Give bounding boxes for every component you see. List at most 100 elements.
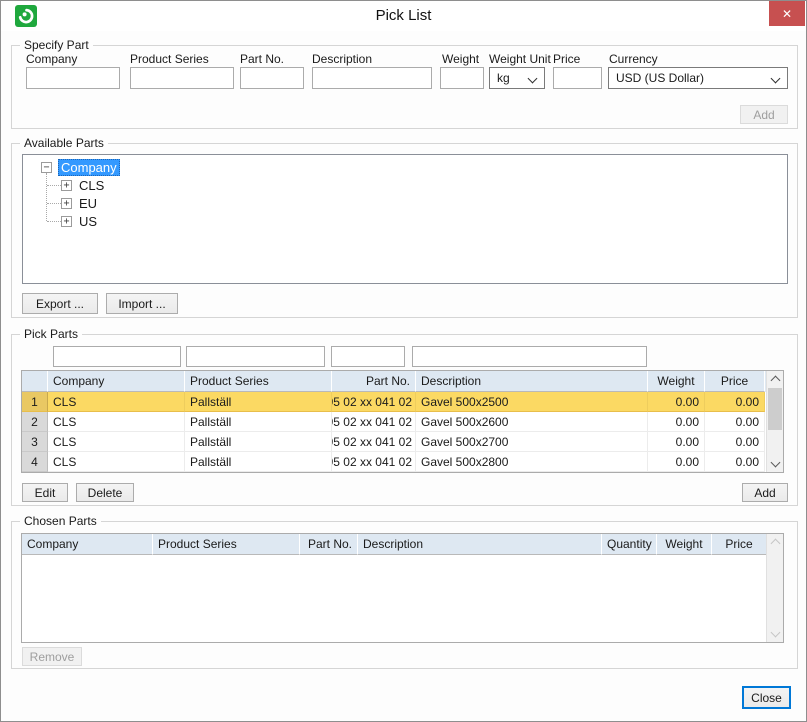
scroll-down-icon[interactable]	[767, 626, 783, 642]
part-no-field[interactable]	[240, 67, 304, 89]
part-no-label: Part No.	[240, 52, 284, 66]
tree-collapse-icon[interactable]: −	[41, 162, 52, 173]
tree-expand-icon[interactable]: +	[61, 198, 72, 209]
price-field[interactable]	[553, 67, 602, 89]
pick-parts-group: Pick Parts CompanyProduct SeriesPart No.…	[11, 334, 798, 506]
available-parts-group-label: Available Parts	[20, 136, 108, 150]
tree-node-company[interactable]: − Company	[41, 158, 120, 176]
pick-list-dialog: Pick List ✕ Specify Part Company Product…	[0, 0, 807, 722]
pick-add-button[interactable]: Add	[742, 483, 788, 502]
product-series-label: Product Series	[130, 52, 209, 66]
tree-node-label[interactable]: US	[79, 214, 97, 229]
pick-parts-table: CompanyProduct SeriesPart No.Description…	[21, 370, 784, 473]
cell-price: 0.00	[705, 452, 765, 472]
column-header[interactable]: Company	[48, 371, 185, 392]
column-header[interactable]	[22, 371, 48, 392]
column-header[interactable]: Description	[416, 371, 648, 392]
scroll-down-icon[interactable]	[767, 456, 783, 472]
chosen-parts-table: CompanyProduct SeriesPart No.Description…	[21, 533, 784, 643]
titlebar-close-icon[interactable]: ✕	[769, 1, 805, 26]
weight-unit-value: kg	[497, 71, 510, 85]
tree-expand-icon[interactable]: +	[61, 216, 72, 227]
cell-company: CLS	[48, 392, 185, 412]
column-header[interactable]: Product Series	[153, 534, 300, 555]
company-field[interactable]	[26, 67, 120, 89]
tree-expand-icon[interactable]: +	[61, 180, 72, 191]
currency-select[interactable]: USD (US Dollar)	[608, 67, 788, 89]
specify-add-button[interactable]: Add	[740, 105, 788, 124]
column-header[interactable]: Quantity	[602, 534, 657, 555]
column-header[interactable]: Weight	[648, 371, 705, 392]
product-series-field[interactable]	[130, 67, 234, 89]
company-label: Company	[26, 52, 77, 66]
column-header[interactable]: Description	[358, 534, 602, 555]
available-parts-group: Available Parts − Company +CLS+EU+US Exp…	[11, 143, 798, 318]
table-row[interactable]: 3CLSPallställ95 02 xx 041 02Gavel 500x27…	[22, 432, 766, 452]
filter-product-series-input[interactable]	[186, 346, 325, 367]
cell-num: 2	[22, 412, 48, 432]
cell-part_no: 95 02 xx 041 02	[332, 452, 416, 472]
column-header[interactable]: Company	[22, 534, 153, 555]
tree-node-us[interactable]: + US	[61, 212, 97, 230]
cell-product_series: Pallställ	[185, 452, 332, 472]
cell-price: 0.00	[705, 412, 765, 432]
scroll-up-icon[interactable]	[767, 534, 783, 550]
tree-node-eu[interactable]: + EU	[61, 194, 97, 212]
specify-part-group: Specify Part Company Product Series Part…	[11, 45, 798, 129]
cell-price: 0.00	[705, 432, 765, 452]
pick-parts-group-label: Pick Parts	[20, 327, 82, 341]
tree-node-label[interactable]: CLS	[79, 178, 104, 193]
currency-label: Currency	[609, 52, 658, 66]
remove-button[interactable]: Remove	[22, 647, 82, 666]
import-button[interactable]: Import ...	[106, 293, 178, 314]
table-row[interactable]: 2CLSPallställ95 02 xx 041 02Gavel 500x26…	[22, 412, 766, 432]
column-header[interactable]: Price	[712, 534, 766, 555]
price-label: Price	[553, 52, 580, 66]
column-header[interactable]: Price	[705, 371, 765, 392]
filter-description-input[interactable]	[412, 346, 647, 367]
filter-part-no-input[interactable]	[331, 346, 405, 367]
column-header[interactable]: Product Series	[185, 371, 332, 392]
weight-unit-select[interactable]: kg	[489, 67, 545, 89]
description-field[interactable]	[312, 67, 432, 89]
cell-description: Gavel 500x2600	[416, 412, 648, 432]
delete-button[interactable]: Delete	[76, 483, 134, 502]
tree-node-label[interactable]: EU	[79, 196, 97, 211]
tree-node-label[interactable]: Company	[58, 159, 120, 176]
cell-weight: 0.00	[648, 432, 705, 452]
cell-company: CLS	[48, 412, 185, 432]
column-header[interactable]: Part No.	[300, 534, 358, 555]
cell-description: Gavel 500x2800	[416, 452, 648, 472]
tree-node-cls[interactable]: + CLS	[61, 176, 104, 194]
table-row[interactable]: 4CLSPallställ95 02 xx 041 02Gavel 500x28…	[22, 452, 766, 472]
chosen-parts-scrollbar[interactable]	[766, 534, 783, 642]
cell-product_series: Pallställ	[185, 392, 332, 412]
cell-product_series: Pallställ	[185, 432, 332, 452]
close-button[interactable]: Close	[742, 686, 791, 709]
scroll-up-icon[interactable]	[767, 371, 783, 387]
currency-value: USD (US Dollar)	[616, 71, 704, 85]
chosen-parts-group-label: Chosen Parts	[20, 514, 101, 528]
cell-part_no: 95 02 xx 041 02	[332, 412, 416, 432]
column-header[interactable]: Part No.	[332, 371, 416, 392]
cell-company: CLS	[48, 432, 185, 452]
titlebar: Pick List ✕	[1, 1, 806, 31]
cell-description: Gavel 500x2700	[416, 432, 648, 452]
cell-part_no: 95 02 xx 041 02	[332, 392, 416, 412]
edit-button[interactable]: Edit	[22, 483, 68, 502]
column-header[interactable]: Weight	[657, 534, 712, 555]
pick-parts-scrollbar[interactable]	[766, 371, 783, 472]
available-parts-tree[interactable]: − Company + CLS + EU + US	[22, 154, 788, 284]
chevron-down-icon	[771, 74, 781, 84]
table-row[interactable]: 1CLSPallställ95 02 xx 041 02Gavel 500x25…	[22, 392, 766, 412]
window-title: Pick List	[1, 1, 806, 31]
filter-company-input[interactable]	[53, 346, 181, 367]
cell-price: 0.00	[705, 392, 765, 412]
cell-weight: 0.00	[648, 412, 705, 432]
export-button[interactable]: Export ...	[22, 293, 98, 314]
tree-connector-line	[47, 185, 61, 186]
weight-field[interactable]	[440, 67, 484, 89]
cell-company: CLS	[48, 452, 185, 472]
scrollbar-thumb[interactable]	[768, 388, 782, 430]
tree-connector-line	[47, 221, 61, 222]
